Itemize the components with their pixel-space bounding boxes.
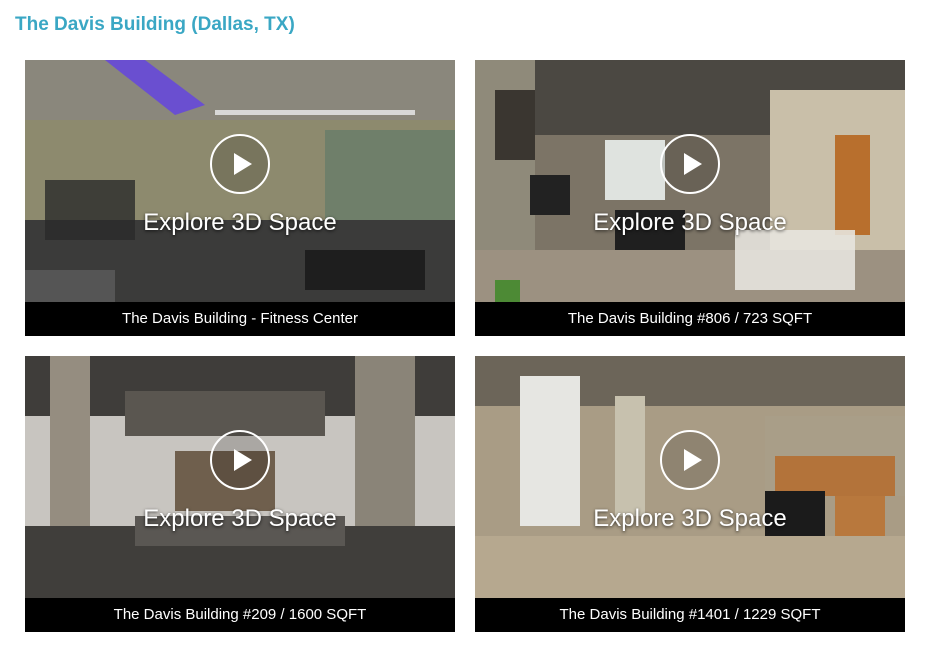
explore-3d-label: Explore 3D Space <box>593 505 787 532</box>
play-triangle-icon <box>234 153 252 175</box>
tour-caption[interactable]: The Davis Building #1401 / 1229 SQFT <box>475 598 905 632</box>
play-triangle-icon <box>684 449 702 471</box>
tour-card-209[interactable]: Explore 3D Space The Davis Building #209… <box>25 356 455 632</box>
play-triangle-icon <box>684 153 702 175</box>
tour-caption[interactable]: The Davis Building - Fitness Center <box>25 302 455 336</box>
explore-3d-label: Explore 3D Space <box>143 505 337 532</box>
play-icon[interactable] <box>210 134 270 194</box>
play-triangle-icon <box>234 449 252 471</box>
tour-caption[interactable]: The Davis Building #209 / 1600 SQFT <box>25 598 455 632</box>
tour-card-806[interactable]: Explore 3D Space The Davis Building #806… <box>475 60 905 336</box>
play-icon[interactable] <box>660 134 720 194</box>
explore-3d-label: Explore 3D Space <box>143 209 337 236</box>
tour-caption[interactable]: The Davis Building #806 / 723 SQFT <box>475 302 905 336</box>
tour-card-1401[interactable]: Explore 3D Space The Davis Building #140… <box>475 356 905 632</box>
play-icon[interactable] <box>210 430 270 490</box>
page-title: The Davis Building (Dallas, TX) <box>15 14 295 35</box>
explore-3d-label: Explore 3D Space <box>593 209 787 236</box>
play-icon[interactable] <box>660 430 720 490</box>
tour-card-fitness-center[interactable]: Explore 3D Space The Davis Building - Fi… <box>25 60 455 336</box>
